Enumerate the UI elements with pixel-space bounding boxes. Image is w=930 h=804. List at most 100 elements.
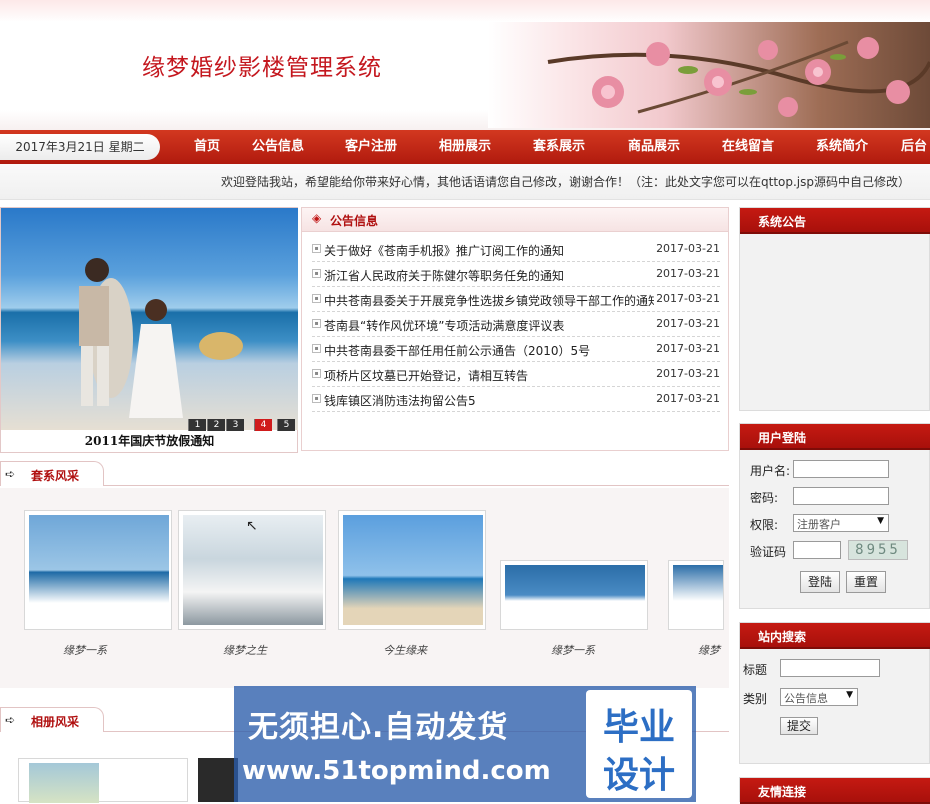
package-item[interactable]: 今生缘来 — [330, 510, 486, 658]
package-item[interactable]: 缘梦之生 — [170, 510, 326, 658]
announcement-date: 2017-03-21 — [656, 342, 720, 355]
announcements-header: ◈ 公告信息 — [302, 208, 728, 232]
announcement-date: 2017-03-21 — [656, 292, 720, 305]
captcha-input[interactable] — [793, 541, 841, 559]
package-photo[interactable] — [505, 565, 645, 625]
password-label: 密码: — [750, 491, 779, 505]
header-banner-image — [488, 22, 930, 128]
friendly-links-box: 友情连接 — [739, 777, 930, 804]
albums-tab: ➪ 相册风采 — [0, 707, 104, 732]
package-label[interactable]: 缘梦一系 — [498, 642, 648, 658]
slide-page-3[interactable]: 3 — [226, 419, 244, 431]
site-title: 缘梦婚纱影楼管理系统 — [142, 55, 382, 81]
announcement-date: 2017-03-21 — [656, 392, 720, 405]
system-notice-title: 系统公告 — [758, 215, 807, 229]
package-card[interactable] — [24, 510, 172, 630]
package-card[interactable] — [338, 510, 486, 630]
arrow-right-icon: ➪ — [5, 713, 16, 727]
nav-item-register[interactable]: 客户注册 — [345, 130, 397, 164]
slide-page-2[interactable]: 2 — [207, 419, 225, 431]
slide-caption[interactable]: 2011年国庆节放假通知 — [1, 432, 298, 449]
bullet-icon: ▪ — [312, 244, 321, 253]
username-input[interactable] — [793, 460, 889, 478]
nav-item-albums[interactable]: 相册展示 — [439, 130, 491, 164]
package-photo[interactable] — [673, 565, 723, 625]
announcements-panel: ◈ 公告信息 ▪ 关于做好《苍南手机报》推广订阅工作的通知 2017-03-21… — [301, 207, 729, 451]
announcement-title[interactable]: 苍南县“转作风优环境”专项活动满意度评议表 — [324, 317, 654, 334]
slide-page-1[interactable]: 1 — [188, 419, 206, 431]
packages-gallery: 缘梦一系 缘梦之生 今生缘来 缘梦一系 缘梦 — [0, 488, 729, 688]
package-photo[interactable] — [343, 515, 483, 625]
package-photo[interactable] — [29, 515, 169, 625]
site-header: 缘梦婚纱影楼管理系统 — [0, 0, 930, 130]
username-label: 用户名: — [750, 464, 791, 478]
password-input[interactable] — [793, 487, 889, 505]
package-label[interactable]: 缘梦之生 — [170, 642, 320, 658]
album-thumb[interactable] — [18, 758, 188, 803]
announcement-title[interactable]: 钱库镇区消防违法拘留公告5 — [324, 392, 654, 409]
announcement-title[interactable]: 项桥片区坟墓已开始登记，请相互转告 — [324, 367, 654, 384]
login-button[interactable]: 登陆 — [800, 571, 840, 593]
nav-item-packages[interactable]: 套系展示 — [533, 130, 585, 164]
watermark-url: www.51topmind.com — [242, 756, 551, 786]
package-item[interactable]: 缘梦 — [664, 510, 724, 658]
announcement-row[interactable]: ▪ 浙江省人民政府关于陈健尔等职务任免的通知 2017-03-21 — [312, 262, 720, 287]
friendly-links-header: 友情连接 — [740, 778, 930, 804]
announcement-row[interactable]: ▪ 关于做好《苍南手机报》推广订阅工作的通知 2017-03-21 — [312, 237, 720, 262]
site-search-title: 站内搜索 — [758, 630, 807, 644]
package-card[interactable] — [500, 560, 648, 630]
search-category-label: 类别 — [743, 692, 768, 706]
search-category-select[interactable]: 公告信息 ▼ — [780, 688, 858, 706]
announcement-row[interactable]: ▪ 苍南县“转作风优环境”专项活动满意度评议表 2017-03-21 — [312, 312, 720, 337]
bullet-icon: ▪ — [312, 344, 321, 353]
announcement-title[interactable]: 中共苍南县委干部任用任前公示通告（2010）5号 — [324, 342, 654, 359]
arrow-right-icon: ➪ — [5, 467, 16, 481]
announcement-date: 2017-03-21 — [656, 267, 720, 280]
package-card[interactable] — [668, 560, 724, 630]
current-date: 2017年3月21日 星期二 — [0, 134, 160, 160]
package-item[interactable]: 缘梦一系 — [10, 510, 172, 658]
bullet-icon: ▪ — [312, 319, 321, 328]
package-label[interactable]: 缘梦 — [698, 642, 724, 658]
announcement-title[interactable]: 关于做好《苍南手机报》推广订阅工作的通知 — [324, 242, 654, 259]
package-label[interactable]: 缘梦一系 — [10, 642, 160, 658]
watermark-stamp-line1: 毕业 — [602, 707, 675, 748]
announcement-title[interactable]: 浙江省人民政府关于陈健尔等职务任免的通知 — [324, 267, 654, 284]
nav-item-guestbook[interactable]: 在线留言 — [722, 130, 774, 164]
announcement-row[interactable]: ▪ 项桥片区坟墓已开始登记，请相互转告 2017-03-21 — [312, 362, 720, 387]
slide-page-4[interactable]: 4 — [254, 419, 272, 431]
albums-title: 相册风采 — [31, 715, 80, 729]
site-search-box: 站内搜索 标题 类别 公告信息 ▼ 提交 — [739, 622, 930, 764]
site-search-header: 站内搜索 — [740, 623, 930, 649]
bullet-icon: ▪ — [312, 394, 321, 403]
package-label[interactable]: 今生缘来 — [330, 642, 480, 658]
role-label: 权限: — [750, 518, 779, 532]
welcome-marquee: 欢迎登陆我站，希望能给你带来好心情，其他话语请您自己修改，谢谢合作！（注：此处文… — [0, 164, 930, 200]
nav-item-announcements[interactable]: 公告信息 — [252, 130, 304, 164]
announcement-row[interactable]: ▪ 钱库镇区消防违法拘留公告5 2017-03-21 — [312, 387, 720, 412]
friendly-links-title: 友情连接 — [758, 785, 807, 799]
search-title-input[interactable] — [780, 659, 880, 677]
announcement-row[interactable]: ▪ 中共苍南县委干部任用任前公示通告（2010）5号 2017-03-21 — [312, 337, 720, 362]
reset-button[interactable]: 重置 — [846, 571, 886, 593]
bullet-icon: ▪ — [312, 269, 321, 278]
role-select[interactable]: 注册客户 ▼ — [793, 514, 889, 532]
mouse-cursor-icon: ↖ — [246, 518, 258, 534]
search-submit-button[interactable]: 提交 — [780, 717, 818, 735]
announcement-title[interactable]: 中共苍南县委关于开展竞争性选拔乡镇党政领导干部工作的通知 — [324, 292, 654, 309]
diamond-icon: ◈ — [312, 211, 322, 225]
nav-item-about[interactable]: 系统简介 — [816, 130, 868, 164]
bullet-icon: ▪ — [312, 294, 321, 303]
announcement-row[interactable]: ▪ 中共苍南县委关于开展竞争性选拔乡镇党政领导干部工作的通知 2017-03-2… — [312, 287, 720, 312]
nav-item-admin[interactable]: 后台 — [901, 130, 927, 164]
album-photo[interactable] — [29, 763, 99, 803]
slide-photo[interactable] — [1, 208, 298, 430]
packages-section-header: ➪ 套系风采 — [0, 461, 729, 486]
album-thumb[interactable] — [198, 758, 238, 802]
nav-item-home[interactable]: 首页 — [194, 130, 220, 164]
captcha-image[interactable]: 8955 — [848, 540, 908, 560]
nav-item-products[interactable]: 商品展示 — [628, 130, 680, 164]
role-select-value: 注册客户 — [797, 518, 841, 531]
package-item[interactable]: 缘梦一系 — [498, 510, 648, 658]
slide-page-5[interactable]: 5 — [277, 419, 295, 431]
